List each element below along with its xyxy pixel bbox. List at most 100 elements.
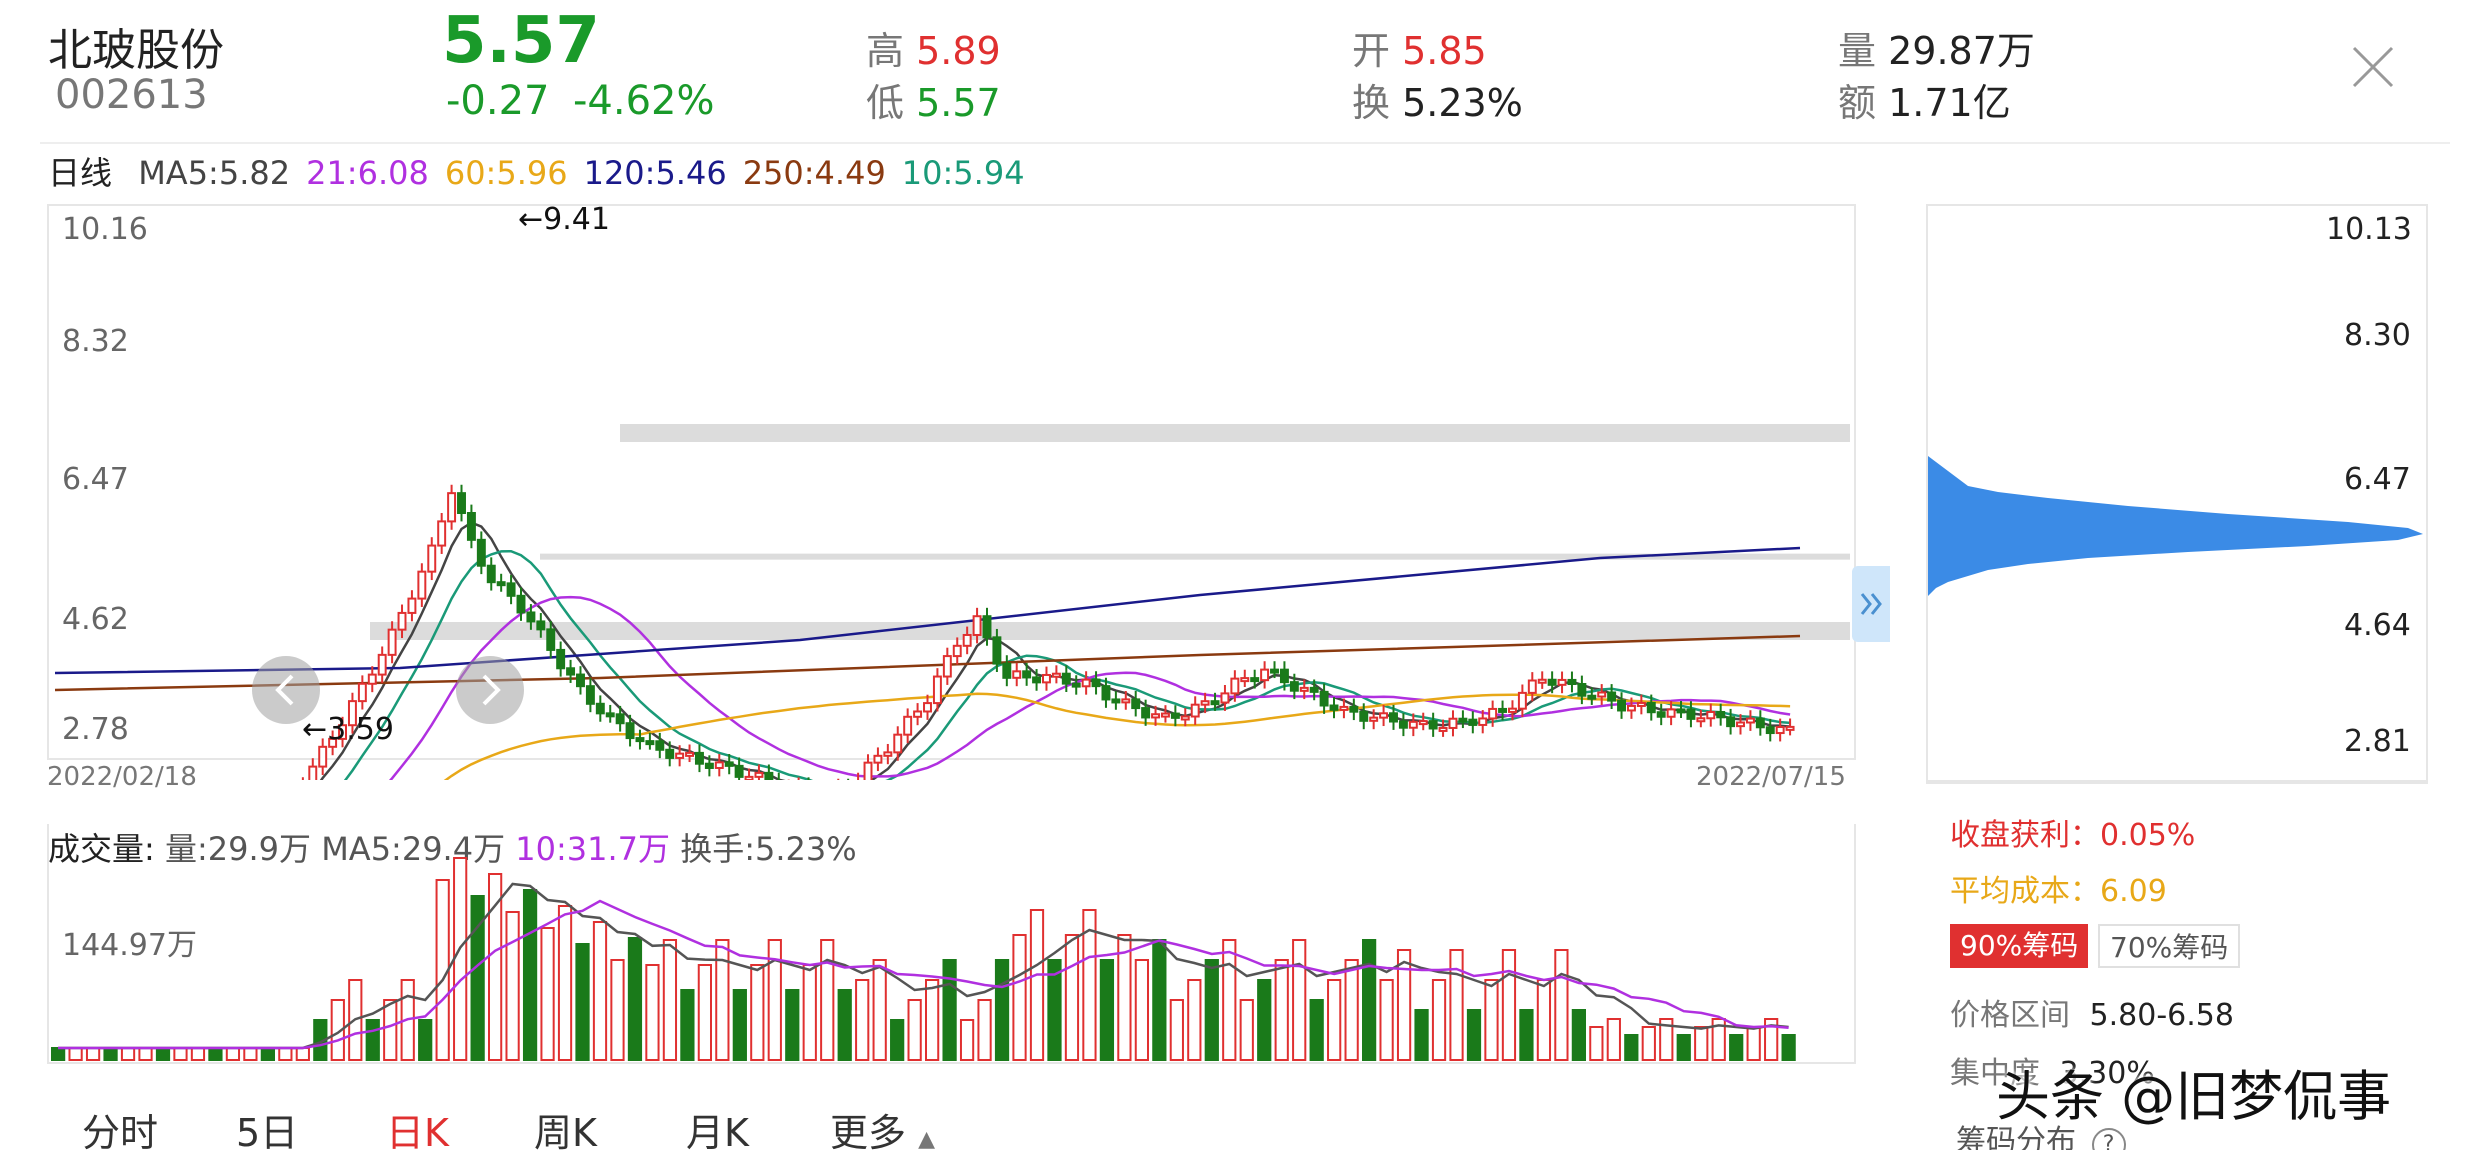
candle bbox=[1101, 685, 1111, 701]
ma-legend: 日线 MA5:5.82 21:6.08 60:5.96 120:5.46 250:4.4… bbox=[48, 148, 1025, 194]
candle bbox=[566, 667, 576, 676]
candle bbox=[1359, 710, 1369, 722]
volume-bar bbox=[85, 1047, 101, 1061]
volume-bar bbox=[1589, 1026, 1604, 1061]
tab-more[interactable]: 更多 ▲ bbox=[830, 1102, 935, 1150]
candle bbox=[1418, 720, 1428, 726]
candle bbox=[1339, 705, 1349, 711]
volume-bar bbox=[505, 911, 520, 1061]
tab-fenshi[interactable]: 分时 bbox=[82, 1102, 158, 1150]
double-chevron-right-icon bbox=[1860, 593, 1882, 615]
candle bbox=[1745, 717, 1755, 724]
ma-legend-item-0: MA5:5.82 bbox=[138, 154, 291, 192]
candle bbox=[496, 581, 506, 587]
candle bbox=[1190, 703, 1200, 718]
candle bbox=[1617, 699, 1627, 712]
candle bbox=[1696, 717, 1706, 723]
candle bbox=[1329, 704, 1339, 711]
volume-bar bbox=[453, 857, 468, 1061]
candle bbox=[1250, 677, 1260, 683]
candle bbox=[1151, 713, 1161, 719]
candle bbox=[1765, 726, 1775, 735]
low-label: 低 bbox=[866, 81, 905, 125]
volume-bar bbox=[418, 1019, 433, 1061]
volume-bar bbox=[1449, 949, 1464, 1061]
volume-bar bbox=[1152, 939, 1167, 1061]
candle bbox=[1597, 691, 1607, 698]
ma-legend-item-5: 10:5.94 bbox=[901, 154, 1025, 192]
volume-bar bbox=[942, 959, 957, 1061]
candle bbox=[714, 761, 724, 769]
volume-bar bbox=[1501, 949, 1517, 1061]
turnover-label: 换 bbox=[1352, 81, 1391, 125]
ma120-line bbox=[54, 546, 1801, 675]
close-icon[interactable] bbox=[2350, 44, 2396, 90]
low-stat: 低 5.57 bbox=[866, 72, 1001, 127]
volume-bar bbox=[1396, 949, 1412, 1061]
volume-bar bbox=[1746, 1026, 1761, 1061]
volume-bar bbox=[1729, 1034, 1744, 1061]
candle bbox=[1557, 678, 1567, 686]
low-value: 5.57 bbox=[916, 81, 1001, 125]
candle bbox=[1508, 707, 1517, 713]
candle bbox=[1319, 690, 1329, 707]
volume-bar bbox=[1327, 979, 1342, 1061]
chip-tick-0: 10.13 bbox=[2326, 212, 2412, 247]
volume-bar bbox=[575, 943, 590, 1061]
high-label: 高 bbox=[866, 29, 905, 73]
scroll-right-button[interactable] bbox=[456, 656, 524, 724]
volume-bar bbox=[1781, 1034, 1796, 1061]
price-change-pct: -4.62% bbox=[573, 78, 715, 124]
candle bbox=[387, 628, 397, 656]
volume-bar bbox=[1309, 999, 1324, 1061]
candle bbox=[893, 733, 903, 754]
open-label: 开 bbox=[1352, 29, 1391, 73]
volume-bar bbox=[557, 905, 573, 1061]
candle bbox=[665, 748, 675, 759]
chip-divider bbox=[1928, 780, 2426, 782]
candle bbox=[595, 702, 605, 715]
volume-bar bbox=[994, 959, 1010, 1061]
candle bbox=[1131, 698, 1141, 710]
tab-monthly-k[interactable]: 月K bbox=[686, 1102, 749, 1150]
volume-bar bbox=[540, 927, 555, 1061]
candle bbox=[417, 570, 427, 600]
candle bbox=[982, 615, 992, 639]
avg-cost-value: 6.09 bbox=[2100, 874, 2167, 909]
help-icon[interactable]: ? bbox=[2091, 1128, 2126, 1150]
candle bbox=[427, 544, 437, 573]
candle bbox=[1408, 720, 1418, 729]
candle bbox=[724, 761, 734, 767]
candle bbox=[1527, 679, 1537, 694]
candle bbox=[883, 751, 893, 757]
candle bbox=[1012, 670, 1022, 679]
candle bbox=[932, 675, 942, 705]
volume-chart[interactable] bbox=[0, 820, 1900, 1080]
candle bbox=[1220, 692, 1230, 704]
candle bbox=[585, 685, 595, 705]
volume-bar bbox=[1694, 1026, 1709, 1061]
volume-bar bbox=[190, 1047, 206, 1061]
candle bbox=[655, 740, 665, 751]
tab-weekly-k[interactable]: 周K bbox=[534, 1102, 597, 1150]
candle bbox=[1775, 725, 1785, 735]
tab-5day[interactable]: 5日 bbox=[236, 1102, 298, 1150]
support-band bbox=[370, 622, 1850, 640]
tab-chip-90[interactable]: 90%筹码 bbox=[1950, 924, 2089, 968]
tab-daily-k[interactable]: 日K bbox=[386, 1102, 449, 1150]
candle bbox=[1200, 700, 1210, 706]
scroll-left-button[interactable] bbox=[252, 656, 320, 724]
candle bbox=[457, 492, 466, 515]
volume-bar bbox=[138, 1047, 153, 1061]
expand-panel-button[interactable] bbox=[1852, 566, 1890, 642]
volume-tick: 144.97万 bbox=[62, 928, 197, 963]
candle bbox=[1081, 678, 1091, 688]
tab-chip-70[interactable]: 70%筹码 bbox=[2098, 924, 2241, 968]
candle bbox=[1438, 726, 1448, 732]
candle bbox=[972, 615, 982, 636]
candle bbox=[952, 644, 962, 658]
candle bbox=[318, 745, 328, 768]
volume-bar bbox=[872, 959, 887, 1061]
volume-bar bbox=[120, 1047, 136, 1061]
candle bbox=[1686, 708, 1696, 720]
